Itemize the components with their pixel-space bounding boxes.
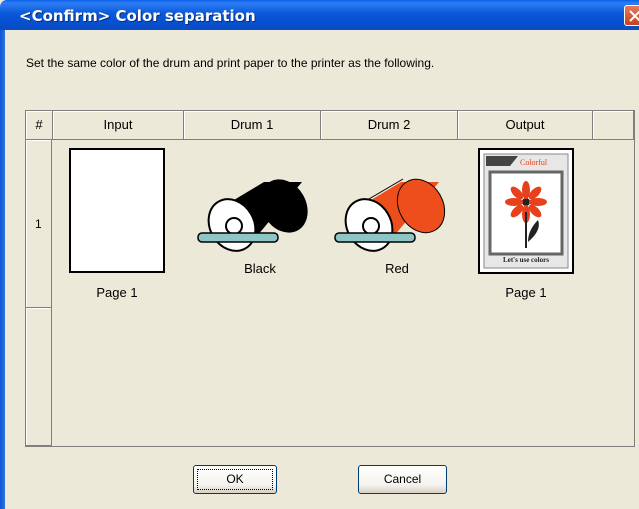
title-bar[interactable]: <Confirm> Color separation — [0, 0, 639, 30]
drum-red-icon — [334, 178, 446, 252]
close-icon — [629, 10, 639, 22]
row-number-empty — [26, 308, 52, 446]
window-border — [0, 30, 5, 509]
dialog-window: <Confirm> Color separation Set the same … — [0, 0, 639, 509]
column-header-input: Input — [53, 111, 184, 140]
drum-black-icon — [197, 179, 308, 252]
cancel-button[interactable]: Cancel — [358, 465, 447, 494]
output-caption: Page 1 — [505, 285, 547, 300]
column-header-drum1: Drum 1 — [184, 111, 321, 140]
ok-button[interactable]: OK — [193, 465, 277, 494]
input-caption: Page 1 — [96, 285, 138, 300]
input-page-image — [69, 148, 165, 273]
output-art-footer: Let's use colors — [503, 256, 549, 264]
column-header-number: # — [26, 111, 53, 140]
column-header-empty — [593, 111, 634, 140]
ok-button-label: OK — [197, 469, 273, 490]
row-number: 1 — [26, 140, 52, 308]
window-title: <Confirm> Color separation — [19, 7, 256, 25]
instruction-text: Set the same color of the drum and print… — [26, 56, 435, 70]
close-button[interactable] — [624, 5, 639, 26]
output-art-title: Colorful — [520, 158, 548, 167]
column-header-drum2: Drum 2 — [321, 111, 458, 140]
drum2-caption: Red — [385, 261, 409, 276]
column-header-output: Output — [458, 111, 593, 140]
drum1-caption: Black — [244, 261, 276, 276]
output-page-image: Colorful Let's use colors — [478, 148, 574, 274]
